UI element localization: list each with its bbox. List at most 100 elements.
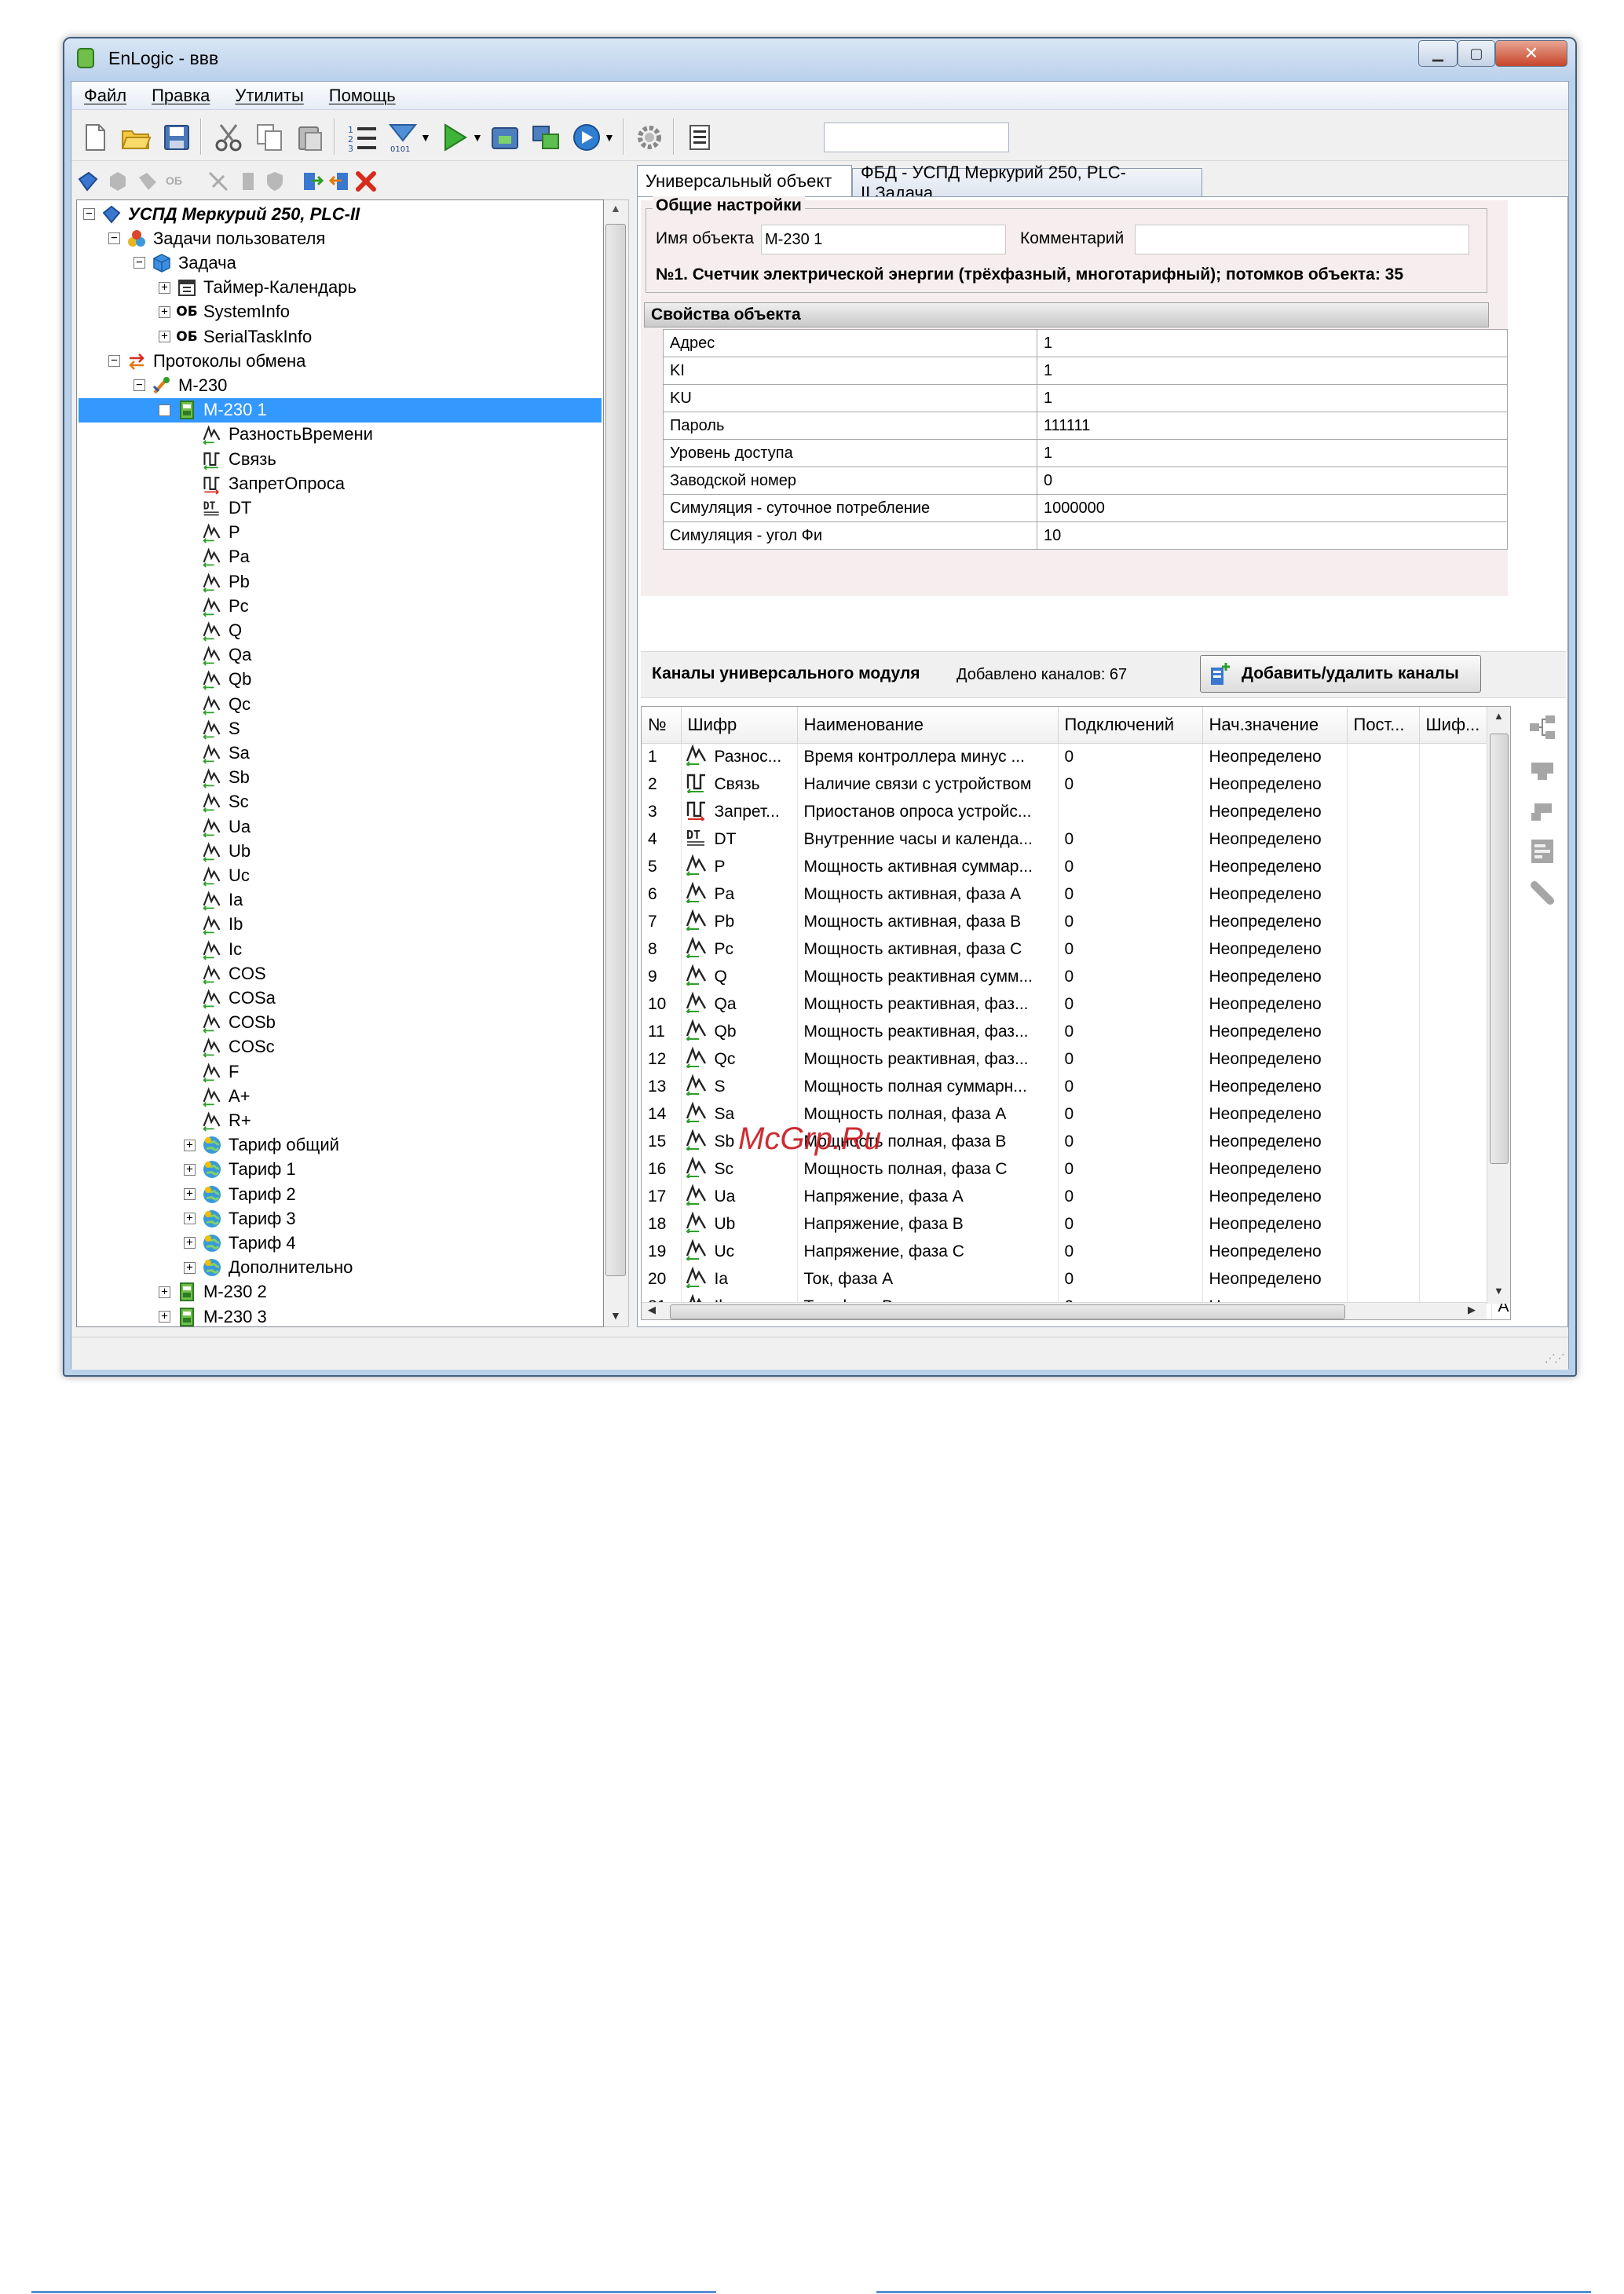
- tree-node[interactable]: − Задачи пользователя: [108, 226, 325, 251]
- tree-node[interactable]: F: [184, 1059, 239, 1084]
- scroll-up-icon[interactable]: ▲: [610, 202, 621, 214]
- add-remove-channels-button[interactable]: Добавить/удалить каналы: [1200, 655, 1481, 693]
- property-row[interactable]: Адрес 1: [663, 329, 1508, 357]
- tree-node[interactable]: + M-230 2: [159, 1280, 267, 1304]
- new-file-icon[interactable]: [79, 122, 111, 153]
- collapse-icon[interactable]: −: [134, 379, 145, 392]
- tree-node-selected[interactable]: − M-230 1: [79, 397, 602, 423]
- table-row[interactable]: 19UcНапряжение, фаза C0НеопределеноВ: [642, 1238, 1510, 1265]
- property-value[interactable]: 1: [1037, 329, 1508, 357]
- column-header[interactable]: Нач.значение: [1202, 707, 1348, 744]
- menu-file[interactable]: Файл: [71, 86, 139, 106]
- table-row[interactable]: 3 Запрет... Приостанов опроса устройс... Не…: [642, 798, 1510, 825]
- tree-node[interactable]: R+: [184, 1108, 251, 1132]
- expand-icon[interactable]: +: [159, 306, 170, 318]
- property-row[interactable]: Симуляция - суточное потребление 1000000: [663, 494, 1508, 522]
- tree-node[interactable]: A+: [184, 1084, 251, 1108]
- collapse-icon[interactable]: −: [108, 232, 120, 245]
- tree-node[interactable]: + ОБ SerialTaskInfo: [159, 324, 312, 349]
- plug-icon[interactable]: [1528, 799, 1556, 825]
- table-row[interactable]: 18UbНапряжение, фаза B0НеопределеноВ: [642, 1210, 1510, 1238]
- column-header[interactable]: Пост...: [1347, 707, 1420, 744]
- tree-node[interactable]: + M-230 3: [159, 1304, 267, 1326]
- tree-node[interactable]: Sa: [184, 741, 250, 765]
- tree-node[interactable]: ЗапретОпроса: [184, 471, 345, 496]
- debug-dropdown-icon[interactable]: ▼: [604, 131, 615, 144]
- column-header[interactable]: Наименование: [797, 707, 1059, 744]
- tree-scrollbar[interactable]: ▲ ▼: [604, 199, 629, 1327]
- expand-icon[interactable]: +: [159, 1311, 170, 1323]
- tree-node[interactable]: COSa: [184, 986, 276, 1010]
- numbered-list-icon[interactable]: 123: [346, 122, 378, 153]
- expand-icon[interactable]: +: [159, 1286, 170, 1298]
- collapse-icon[interactable]: −: [83, 208, 95, 220]
- property-value[interactable]: 1: [1037, 357, 1508, 385]
- tree-node[interactable]: Ub: [184, 839, 251, 863]
- table-row[interactable]: 7 Pb Мощность активная, фаза B 0 Неопределен…: [642, 908, 1510, 935]
- expand-icon[interactable]: +: [184, 1237, 196, 1249]
- grid-horizontal-scrollbar[interactable]: ◀ ▶: [642, 1302, 1487, 1319]
- grid-vertical-thumb[interactable]: [1490, 734, 1509, 1164]
- collapse-icon[interactable]: −: [159, 404, 170, 416]
- comment-input[interactable]: [1135, 225, 1469, 254]
- property-value[interactable]: 10: [1037, 521, 1508, 550]
- export-icon[interactable]: [301, 170, 324, 193]
- table-row[interactable]: 16 Sc Мощность полная, фаза C 0 Неопределено…: [642, 1155, 1510, 1183]
- collapse-icon[interactable]: −: [108, 355, 120, 368]
- tree-node[interactable]: Pb: [184, 569, 250, 594]
- expand-icon[interactable]: +: [184, 1188, 196, 1200]
- table-row[interactable]: 6 Pa Мощность активная, фаза A 0 Неопределен…: [642, 880, 1510, 908]
- property-value[interactable]: 1: [1037, 384, 1508, 412]
- table-row[interactable]: 4 DT DT Внутренние часы и календа... 0 Неопре…: [642, 825, 1510, 853]
- object-tree[interactable]: − УСПД Меркурий 250, PLC-II − Задачи пользо…: [76, 199, 604, 1327]
- tree-node[interactable]: Ia: [184, 888, 243, 913]
- tree-node[interactable]: Qa: [184, 643, 251, 668]
- hexagon-icon[interactable]: [106, 170, 130, 193]
- tree-node[interactable]: Uc: [184, 863, 250, 887]
- settings-gear-icon[interactable]: [634, 122, 665, 153]
- delete-red-icon[interactable]: [354, 170, 378, 193]
- tree-node[interactable]: РазностьВремени: [184, 423, 373, 447]
- column-header[interactable]: Подключений: [1058, 707, 1203, 744]
- document-list-icon[interactable]: [684, 122, 715, 153]
- connector-icon[interactable]: [1528, 756, 1556, 783]
- tree-node[interactable]: + Тариф 1: [184, 1158, 296, 1182]
- ob-disabled-icon[interactable]: ОБ: [166, 174, 182, 187]
- column-header[interactable]: Шифр: [681, 707, 798, 744]
- tree-node[interactable]: + ОБ SystemInfo: [159, 300, 290, 324]
- shield-icon[interactable]: [263, 170, 287, 193]
- table-row[interactable]: 10 Qa Мощность реактивная, фаз... 0 Неопреде…: [642, 990, 1510, 1018]
- table-row[interactable]: 17UaНапряжение, фаза A0НеопределеноВ: [642, 1183, 1510, 1210]
- delete-gray-icon[interactable]: [236, 170, 260, 193]
- collapse-icon[interactable]: −: [134, 257, 145, 269]
- object-name-input[interactable]: [761, 225, 1006, 254]
- tab-fbd-task[interactable]: ФБД - УСПД Меркурий 250, PLC-II.Задача: [852, 163, 1202, 203]
- tree-node[interactable]: COS: [184, 961, 266, 986]
- property-value[interactable]: 1000000: [1037, 494, 1508, 522]
- compile-icon[interactable]: 0101: [387, 122, 419, 153]
- tree-node[interactable]: Sb: [184, 766, 250, 790]
- tree-node[interactable]: Ib: [184, 913, 243, 937]
- tree-node[interactable]: + Дополнительно: [184, 1256, 353, 1280]
- expand-icon[interactable]: +: [184, 1261, 196, 1274]
- minimize-button[interactable]: ▁: [1418, 40, 1458, 67]
- upload-icon[interactable]: [489, 122, 521, 153]
- tree-node[interactable]: + Тариф 3: [184, 1206, 296, 1231]
- table-row[interactable]: 20IaТок, фаза A0НеопределеноА: [642, 1265, 1510, 1293]
- table-row[interactable]: 2 Связь Наличие связи с устройством 0 Неопре…: [642, 770, 1510, 798]
- grid-scroll-right-icon[interactable]: ▶: [1468, 1304, 1476, 1316]
- tree-node[interactable]: COSb: [184, 1011, 276, 1035]
- debug-icon[interactable]: [571, 122, 602, 153]
- tree-node[interactable]: Pa: [184, 545, 250, 569]
- expand-icon[interactable]: +: [184, 1163, 196, 1176]
- property-row[interactable]: Заводской номер 0: [663, 466, 1508, 495]
- table-row[interactable]: 8 Pc Мощность активная, фаза C 0 Неопределен…: [642, 935, 1510, 963]
- grid-scroll-down-icon[interactable]: ▼: [1494, 1285, 1504, 1297]
- grid-scroll-up-icon[interactable]: ▲: [1494, 710, 1504, 722]
- grid-horizontal-thumb[interactable]: [670, 1304, 1345, 1319]
- paste-icon[interactable]: [294, 122, 326, 153]
- tree-node[interactable]: COSc: [184, 1035, 275, 1059]
- menu-help[interactable]: Помощь: [316, 86, 408, 106]
- run-dropdown-icon[interactable]: ▼: [472, 131, 483, 144]
- table-row[interactable]: 13 S Мощность полная суммарн... 0 Неопределе…: [642, 1073, 1510, 1100]
